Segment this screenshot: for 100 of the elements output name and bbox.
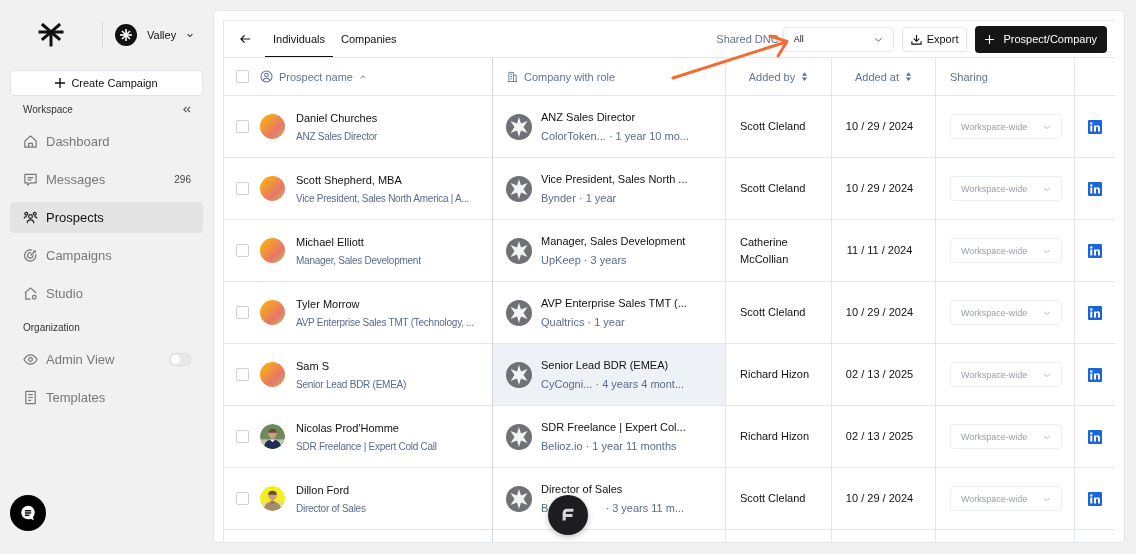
company-name[interactable]: ColorToken... [541,130,606,142]
tenure: · 3 years 11 m... [605,502,685,514]
create-campaign-button[interactable]: Create Campaign [10,70,203,96]
prospect-headline: Senior Lead BDR (EMEA) [296,378,407,390]
nav-item[interactable]: Admin View [10,344,203,375]
role-title: Senior Lead BDR (EMEA) [541,359,670,371]
add-prospect-button[interactable]: Prospect/Company [975,25,1107,53]
column-header[interactable]: Added by [748,70,809,83]
nav-item[interactable]: Templates [10,382,203,413]
company-name[interactable]: CyCogni... [541,378,593,390]
workspace-switcher[interactable]: Valley [115,24,195,46]
prospect-name[interactable]: Nicolas Prod'Homme [296,421,437,434]
sort-icon [801,71,809,82]
workspace-logo-icon [115,24,137,46]
row-checkbox[interactable] [236,182,249,195]
section-title: Organization [23,321,80,333]
nav-item[interactable]: Dashboard [10,126,203,157]
message-icon [23,172,38,187]
row-checkbox[interactable] [236,306,249,319]
company-logo-icon [506,485,532,512]
company-name[interactable]: Qualtrics [541,316,585,328]
prospect-name[interactable]: Daniel Churches [296,111,378,124]
added-by: Scott Cleland [740,181,807,197]
linkedin-icon[interactable] [1088,491,1102,506]
nav-item[interactable]: Campaigns [10,240,203,271]
linkedin-icon[interactable] [1088,119,1102,134]
chevron-down-icon [1043,370,1051,379]
nav-item[interactable]: Studio [10,278,203,309]
plus-icon [55,78,66,88]
added-date: 02 / 13 / 2025 [845,367,915,383]
role-title: Vice President, Sales North ... [541,173,688,185]
column-header[interactable]: Prospect name [260,70,367,83]
chevron-down-icon [1043,432,1051,441]
plus-icon [985,34,995,44]
company-name[interactable]: B [541,502,549,514]
export-button[interactable]: Export [901,26,968,52]
column-header: Sharing [950,70,988,83]
prospect-name[interactable]: Michael Elliott [296,235,421,248]
row-checkbox[interactable] [236,244,249,257]
company-name[interactable]: Belioz.io [541,440,583,452]
chevron-down-icon [1043,308,1051,317]
added-date: 10 / 29 / 2024 [845,119,915,135]
company-logo-icon [506,423,532,450]
chevron-down-icon [1043,184,1051,193]
added-by: Catherine McCollian [740,235,790,267]
linkedin-icon[interactable] [1088,367,1102,382]
tenure: · 1 year 11 months [585,440,677,452]
linkedin-icon[interactable] [1088,243,1102,258]
user-circle-icon [260,70,273,83]
prospect-headline: AVP Enterprise Sales TMT (Technology, ... [296,316,474,328]
toggle-switch[interactable] [169,353,191,366]
download-icon [910,33,922,45]
prospect-name[interactable]: Tyler Morrow [296,297,474,310]
select-all-checkbox[interactable] [236,70,249,83]
linkedin-icon[interactable] [1088,181,1102,196]
added-by: Richard Hizon [740,367,811,383]
company-logo-icon [506,299,532,326]
added-date: 10 / 29 / 2024 [845,491,915,507]
prospect-name[interactable]: Sam S [296,359,407,372]
collapse-icon[interactable] [182,104,191,114]
chevron-down-icon [1043,122,1051,131]
people-icon [23,210,38,225]
column-header[interactable]: Added at [854,70,912,83]
company-name[interactable]: Bynder [541,192,576,204]
nav-item[interactable]: Messages 296 [10,164,203,195]
tenure: · 1 year 10 mo... [608,130,689,142]
column-header: Company with role [507,70,616,83]
chevron-down-icon [186,31,195,39]
prospect-headline: Vice President, Sales North America | A... [296,192,470,204]
added-date: 10 / 29 / 2024 [845,305,915,321]
chevron-down-icon [1043,246,1051,255]
row-checkbox[interactable] [236,492,249,505]
linkedin-icon[interactable] [1088,429,1102,444]
dnc-select[interactable]: All [782,26,894,52]
nav-item[interactable]: Prospects [10,202,203,233]
role-title: SDR Freelance | Expert Col... [541,421,686,433]
role-title: AVP Enterprise Sales TMT (... [541,297,687,309]
sort-icon [905,71,912,82]
row-checkbox[interactable] [236,430,249,443]
added-by: Scott Cleland [740,119,807,135]
target-icon [23,248,38,263]
prospect-name[interactable]: Dillon Ford [296,483,366,496]
role-title: Director of Sales [541,483,624,495]
tenure: · 3 years [583,254,627,266]
added-date: 02 / 13 / 2025 [845,429,915,445]
row-checkbox[interactable] [236,368,249,381]
linkedin-icon[interactable] [1088,305,1102,320]
tab[interactable]: Individuals [265,21,333,57]
chat-bubble-icon [19,504,37,522]
chat-button[interactable] [10,495,46,531]
role-title: Manager, Sales Development [541,235,686,247]
company-name[interactable]: UpKeep [541,254,581,266]
prospect-name[interactable]: Scott Shepherd, MBA [296,173,470,186]
back-arrow-icon[interactable] [240,34,251,44]
tab[interactable]: Companies [333,21,405,57]
added-by: Scott Cleland [740,305,807,321]
section-title: Workspace [23,103,73,115]
row-checkbox[interactable] [236,120,249,133]
message-count: 296 [174,174,191,185]
company-logo-icon [506,175,532,202]
